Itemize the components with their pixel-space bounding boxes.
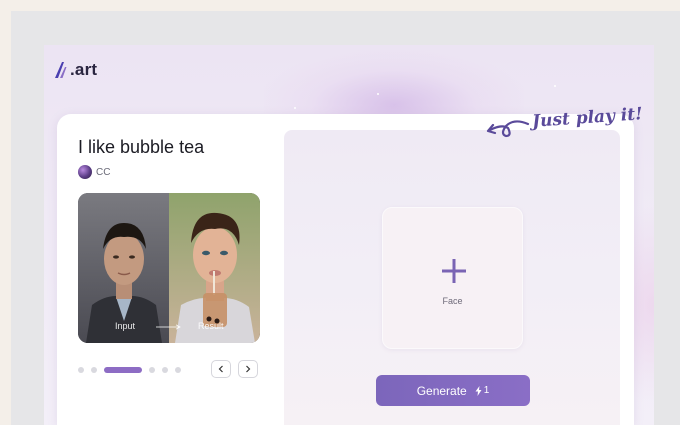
plus-icon (442, 259, 466, 283)
pagination-dot[interactable] (149, 367, 155, 373)
bolt-icon (475, 385, 482, 396)
next-button[interactable] (238, 360, 258, 378)
template-title: I like bubble tea (78, 137, 205, 157)
logo-text: .art (70, 60, 98, 79)
avatar (78, 165, 92, 179)
stylized-a-logo-icon (55, 62, 67, 78)
input-label: Input (115, 321, 136, 331)
app-logo[interactable]: .art (53, 58, 97, 82)
credit-cost: 1 (475, 385, 490, 396)
arrow-right-icon (156, 324, 181, 330)
credit-cost-value: 1 (483, 385, 490, 396)
generate-button[interactable]: Generate 1 (376, 375, 530, 406)
face-upload-label: Face (442, 296, 463, 306)
face-upload-area[interactable]: Face (382, 207, 523, 349)
previous-button[interactable] (211, 360, 231, 378)
generate-label: Generate (416, 383, 467, 398)
pagination-dot[interactable] (91, 367, 97, 373)
pagination-dot[interactable] (78, 367, 84, 373)
carousel-pagination (78, 367, 188, 373)
sparkle-dot (377, 93, 379, 95)
chevron-left-icon (218, 365, 223, 373)
chevron-right-icon (246, 365, 251, 373)
sparkle-dot (554, 85, 556, 87)
pagination-dot[interactable] (175, 367, 181, 373)
author-name: CC (96, 166, 111, 178)
sparkle-dot (294, 107, 296, 109)
template-author[interactable]: CC (78, 165, 110, 179)
pagination-dot[interactable] (162, 367, 168, 373)
template-preview-image: Input Result (78, 193, 260, 343)
pagination-dot-active[interactable] (104, 367, 142, 373)
curly-arrow-icon (486, 120, 530, 138)
result-label: Result (198, 321, 224, 331)
